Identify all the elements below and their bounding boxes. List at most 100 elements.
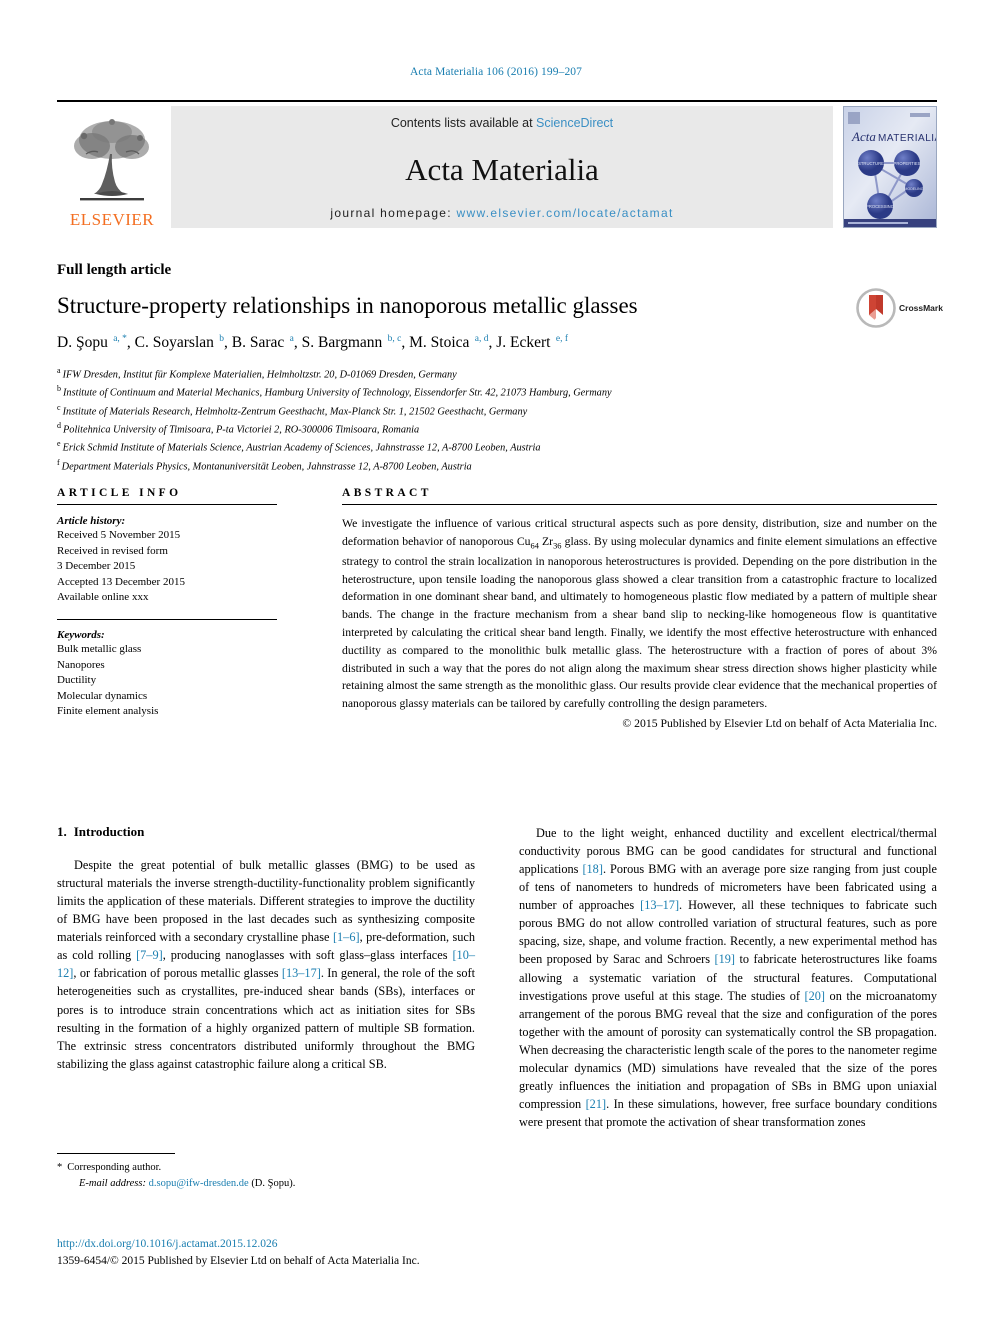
affiliation-text: Politehnica University of Timisoara, P-t…	[63, 424, 420, 436]
author-list: D. Şopu a, *, C. Soyarslan b, B. Sarac a…	[57, 333, 847, 352]
article-info-heading: ARTICLE INFO	[57, 487, 182, 499]
author-separator: ,	[401, 334, 410, 352]
info-separator-rule	[57, 619, 277, 621]
author-separator: ,	[293, 334, 302, 352]
svg-text:MODELING: MODELING	[904, 187, 923, 191]
abstract-heading-rule	[342, 504, 937, 505]
author-name: S. Bargmann	[301, 334, 387, 352]
keyword-item: Finite element analysis	[57, 705, 159, 718]
crossmark-badge[interactable]: CrossMark	[856, 286, 956, 330]
elsevier-tree-icon	[74, 119, 149, 201]
affiliation-item: a IFW Dresden, Institut für Komplexe Mate…	[57, 365, 937, 383]
journal-masthead: ELSEVIER Contents lists available at Sci…	[57, 100, 937, 228]
abstract-segment-3: glass. By using molecular dynamics and f…	[342, 534, 937, 711]
intro-paragraph-left: Despite the great potential of bulk meta…	[57, 856, 475, 1073]
author-separator: ,	[126, 334, 135, 352]
article-history-line: Accepted 13 December 2015	[57, 575, 185, 588]
crossmark-icon	[856, 288, 896, 328]
keywords-lines: Bulk metallic glass Nanopores Ductility Mol…	[57, 642, 277, 720]
page-footer: http://dx.doi.org/10.1016/j.actamat.2015…	[57, 1236, 557, 1269]
journal-title: Acta Materialia	[405, 151, 599, 187]
author-affiliation-marker: a, d	[474, 334, 489, 345]
cover-artwork-icon: Acta MATERIALIA STRUCTURE PROPERTIES MOD…	[843, 106, 937, 228]
author-affiliation-marker: a, *	[113, 334, 127, 345]
affiliation-list: a IFW Dresden, Institut für Komplexe Mate…	[57, 365, 937, 475]
email-line: E-mail address: d.sopu@ifw-dresden.de (D…	[57, 1176, 475, 1192]
email-suffix: (D. Şopu).	[251, 1177, 296, 1189]
title-block: Full length article Structure-property r…	[57, 262, 937, 475]
article-page: Acta Materialia 106 (2016) 199–207 ELSEV…	[0, 0, 992, 1323]
email-label: E-mail address:	[79, 1177, 146, 1189]
paragraph-text: , producing nanoglasses with soft glass–…	[162, 948, 453, 963]
affiliation-text: Institute of Materials Research, Helmhol…	[62, 405, 528, 417]
corresponding-author-footnote: * Corresponding author. E-mail address: d…	[57, 1153, 475, 1192]
citation-link[interactable]: [19]	[715, 952, 736, 966]
citation-link[interactable]: [18]	[582, 862, 603, 876]
abstract-heading: ABSTRACT	[342, 487, 432, 499]
author-name: C. Soyarslan	[134, 334, 218, 352]
affiliation-item: b Institute of Continuum and Material Mec…	[57, 383, 937, 401]
affiliation-item: e Erick Schmid Institute of Materials Sci…	[57, 438, 937, 456]
journal-homepage-line: journal homepage: www.elsevier.com/locat…	[330, 206, 673, 220]
keyword-item: Nanopores	[57, 658, 105, 671]
citation-link[interactable]: [7–9]	[136, 948, 163, 962]
contents-prefix: Contents lists available at	[390, 116, 537, 130]
corresponding-author-text: Corresponding author.	[67, 1162, 162, 1173]
affiliation-text: Department Materials Physics, Montanuniv…	[61, 460, 472, 472]
article-history-title: Article history:	[57, 515, 126, 527]
keyword-item: Ductility	[57, 674, 97, 687]
info-heading-rule	[57, 504, 277, 505]
homepage-url-link[interactable]: www.elsevier.com/locate/actamat	[457, 206, 674, 220]
abstract-text: We investigate the influence of various …	[342, 515, 937, 713]
affiliation-text: Erick Schmid Institute of Materials Scie…	[62, 442, 541, 454]
author-name: D. Şopu	[57, 334, 112, 352]
abstract-column: We investigate the influence of various …	[342, 515, 937, 730]
masthead-top-rule	[57, 100, 937, 102]
citation-link[interactable]: [13–17]	[640, 898, 679, 912]
article-type-kicker: Full length article	[57, 262, 172, 278]
paragraph-text: on the microanatomy arrangement of the p…	[519, 988, 937, 1111]
corresponding-author-line: * Corresponding author.	[57, 1160, 475, 1176]
paragraph-text: , or fabrication of porous metallic glas…	[73, 966, 282, 981]
author-name: M. Stoica	[409, 334, 474, 352]
footnote-rule	[57, 1153, 175, 1154]
article-info-column: Article history: Received 5 November 201…	[57, 515, 277, 730]
paragraph-text: . In general, the role of the soft heter…	[57, 966, 475, 1071]
affiliation-text: Institute of Continuum and Material Mech…	[63, 387, 612, 399]
issn-copyright-line: 1359-6454/© 2015 Published by Elsevier L…	[57, 1254, 420, 1267]
keyword-item: Molecular dynamics	[57, 689, 148, 702]
crossmark-label: CrossMark	[899, 303, 943, 313]
affiliation-item: c Institute of Materials Research, Helmho…	[57, 402, 937, 420]
email-link[interactable]: d.sopu@ifw-dresden.de	[149, 1178, 249, 1189]
elsevier-wordmark: ELSEVIER	[69, 210, 155, 229]
homepage-prefix: journal homepage:	[330, 206, 457, 220]
running-head: Acta Materialia 106 (2016) 199–207	[409, 66, 583, 78]
body-right-column: Due to the light weight, enhanced ductil…	[519, 824, 937, 1131]
citation-link[interactable]: [1–6]	[333, 930, 360, 944]
journal-band: Contents lists available at ScienceDirec…	[171, 106, 833, 228]
abstract-copyright: © 2015 Published by Elsevier Ltd on beha…	[622, 716, 937, 730]
affiliation-item: f Department Materials Physics, Montanuni…	[57, 457, 937, 475]
keyword-item: Bulk metallic glass	[57, 643, 142, 656]
body-left-column: 1. Introduction Despite the great potenti…	[57, 824, 475, 1131]
svg-text:STRUCTURE: STRUCTURE	[858, 161, 884, 166]
section-number: 1.	[57, 824, 67, 839]
doi-link[interactable]: http://dx.doi.org/10.1016/j.actamat.2015…	[57, 1236, 557, 1253]
svg-text:MATERIALIA: MATERIALIA	[878, 133, 937, 144]
citation-link[interactable]: [21]	[586, 1097, 607, 1111]
keywords-title: Keywords:	[57, 629, 105, 642]
article-history-line: Received 5 November 2015	[57, 529, 181, 541]
svg-text:Acta: Acta	[851, 129, 876, 144]
section-heading-introduction: 1. Introduction	[57, 824, 475, 840]
citation-link[interactable]: [13–17]	[282, 966, 321, 980]
affiliation-item: d Politehnica University of Timisoara, P-…	[57, 420, 937, 438]
svg-text:PROPERTIES: PROPERTIES	[894, 161, 921, 166]
article-history-line: Available online xxx	[57, 591, 149, 604]
author-separator: ,	[224, 334, 232, 352]
citation-link[interactable]: [20]	[805, 989, 826, 1003]
intro-paragraph-right: Due to the light weight, enhanced ductil…	[519, 824, 937, 1131]
article-history-line: 3 December 2015	[57, 560, 136, 573]
author-affiliation-marker: e, f	[555, 334, 568, 345]
article-history-line: Received in revised form	[57, 544, 168, 557]
sciencedirect-link[interactable]: ScienceDirect	[536, 116, 613, 130]
